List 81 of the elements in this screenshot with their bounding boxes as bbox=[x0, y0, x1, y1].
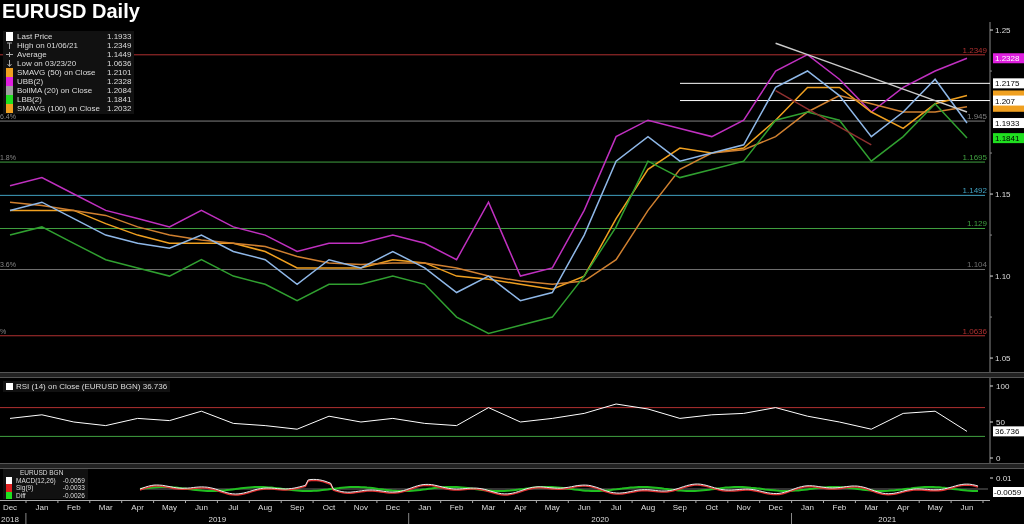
legend-label: Last Price bbox=[17, 32, 54, 41]
month-label: Dec bbox=[2, 503, 18, 512]
month-label: Mar bbox=[98, 503, 113, 512]
month-label: Sep bbox=[672, 503, 687, 512]
legend-value: 1.2032 bbox=[106, 104, 132, 113]
month-label: Aug bbox=[258, 503, 273, 512]
month-label: May bbox=[161, 503, 178, 512]
year-label: 2018 bbox=[1, 515, 19, 524]
month-label: Dec bbox=[768, 503, 783, 512]
year-label: 2021 bbox=[878, 515, 897, 524]
value-tag: -0.0059 bbox=[993, 487, 1024, 497]
price-tag: 1.2328 bbox=[993, 53, 1024, 64]
axis-tick-label: 1.05 bbox=[995, 354, 1011, 364]
level-label: 1.1492 bbox=[962, 186, 987, 196]
legend-value: 1.1841 bbox=[106, 95, 132, 104]
legend-label: High on 01/06/21 bbox=[17, 41, 79, 50]
legend-value: 1.2084 bbox=[106, 86, 132, 95]
price-tag: 1.207 bbox=[993, 95, 1024, 106]
axis-tick-label: 1.25 bbox=[995, 26, 1011, 36]
month-label: Oct bbox=[705, 503, 719, 512]
legend-label: Low on 03/23/20 bbox=[17, 59, 78, 68]
legend-label: LBB(2) bbox=[17, 95, 43, 104]
legend-value: 1.1933 bbox=[106, 32, 132, 41]
legend-label: BollMA (20) on Close bbox=[17, 86, 94, 95]
year-label: 2019 bbox=[208, 515, 227, 524]
month-label: Nov bbox=[353, 503, 368, 512]
level-label: 1.0636 bbox=[962, 326, 987, 336]
month-label: Jul bbox=[611, 503, 622, 512]
axis-tick-label: 1.15 bbox=[995, 190, 1011, 200]
month-label: Jan bbox=[418, 503, 432, 512]
price-tag: 1.1933 bbox=[993, 118, 1024, 129]
month-label: Feb bbox=[449, 503, 464, 512]
legend-value: 1.2101 bbox=[106, 68, 132, 77]
axis-tick-label: 0.01 bbox=[996, 474, 1012, 483]
down-arrow-icon bbox=[6, 60, 13, 67]
chart-title: EURUSD Daily bbox=[1, 0, 140, 22]
legend-label: SMAVG (100) on Close bbox=[17, 104, 100, 113]
axis-tick-label: 0 bbox=[996, 454, 1001, 463]
month-label: Feb bbox=[832, 503, 847, 512]
legend-label: SMAVG (50) on Close bbox=[17, 68, 97, 77]
month-label: Apr bbox=[514, 503, 527, 512]
month-label: May bbox=[544, 503, 560, 512]
month-label: Oct bbox=[322, 503, 336, 512]
legend-value: 1.2349 bbox=[106, 41, 132, 50]
price-tag: 1.1841 bbox=[993, 133, 1024, 144]
month-label: Jan bbox=[35, 503, 49, 512]
level-label: 1.1695 bbox=[962, 153, 987, 163]
level-label: 1.945 bbox=[966, 112, 987, 122]
axis-tick-label: 1.10 bbox=[995, 272, 1011, 282]
high-marker-icon bbox=[6, 42, 13, 49]
legend-label: UBB(2) bbox=[17, 77, 45, 86]
month-label: Apr bbox=[131, 503, 144, 512]
legend-label: Average bbox=[17, 50, 48, 59]
plus-icon bbox=[6, 51, 13, 58]
month-label: Mar bbox=[481, 503, 496, 512]
legend-value: 1.2328 bbox=[106, 77, 132, 86]
price-tag: 36.736 bbox=[993, 426, 1024, 437]
month-label: Feb bbox=[66, 503, 81, 512]
price-tag: 1.2175 bbox=[993, 78, 1024, 89]
level-label: 1.2349 bbox=[962, 45, 987, 55]
axis-tick-label: 100 bbox=[996, 382, 1010, 391]
month-label: Jan bbox=[801, 503, 814, 512]
month-label: Aug bbox=[640, 503, 656, 512]
month-label: Jul bbox=[228, 503, 239, 512]
ref-line-label: 1.207 bbox=[995, 96, 1016, 106]
month-label: Mar bbox=[864, 503, 879, 512]
year-label: 2020 bbox=[591, 515, 610, 524]
month-label: Nov bbox=[736, 503, 751, 512]
level-label: 1.104 bbox=[966, 260, 987, 270]
legend-value: 1.0636 bbox=[106, 59, 132, 68]
level-label: 1.129 bbox=[966, 219, 987, 229]
month-label: May bbox=[927, 503, 943, 512]
month-label: Jun bbox=[194, 503, 208, 512]
month-label: Apr bbox=[896, 503, 910, 512]
month-label: Sep bbox=[290, 503, 305, 512]
axis-tick-label: 50 bbox=[996, 418, 1005, 427]
legend-label: RSI (14) on Close (EURUSD BGN) 36.736 bbox=[16, 382, 168, 391]
legend-value: 1.1449 bbox=[106, 50, 132, 59]
month-label: Jun bbox=[577, 503, 591, 512]
month-label: Dec bbox=[385, 503, 400, 512]
month-label: Jun bbox=[960, 503, 974, 512]
